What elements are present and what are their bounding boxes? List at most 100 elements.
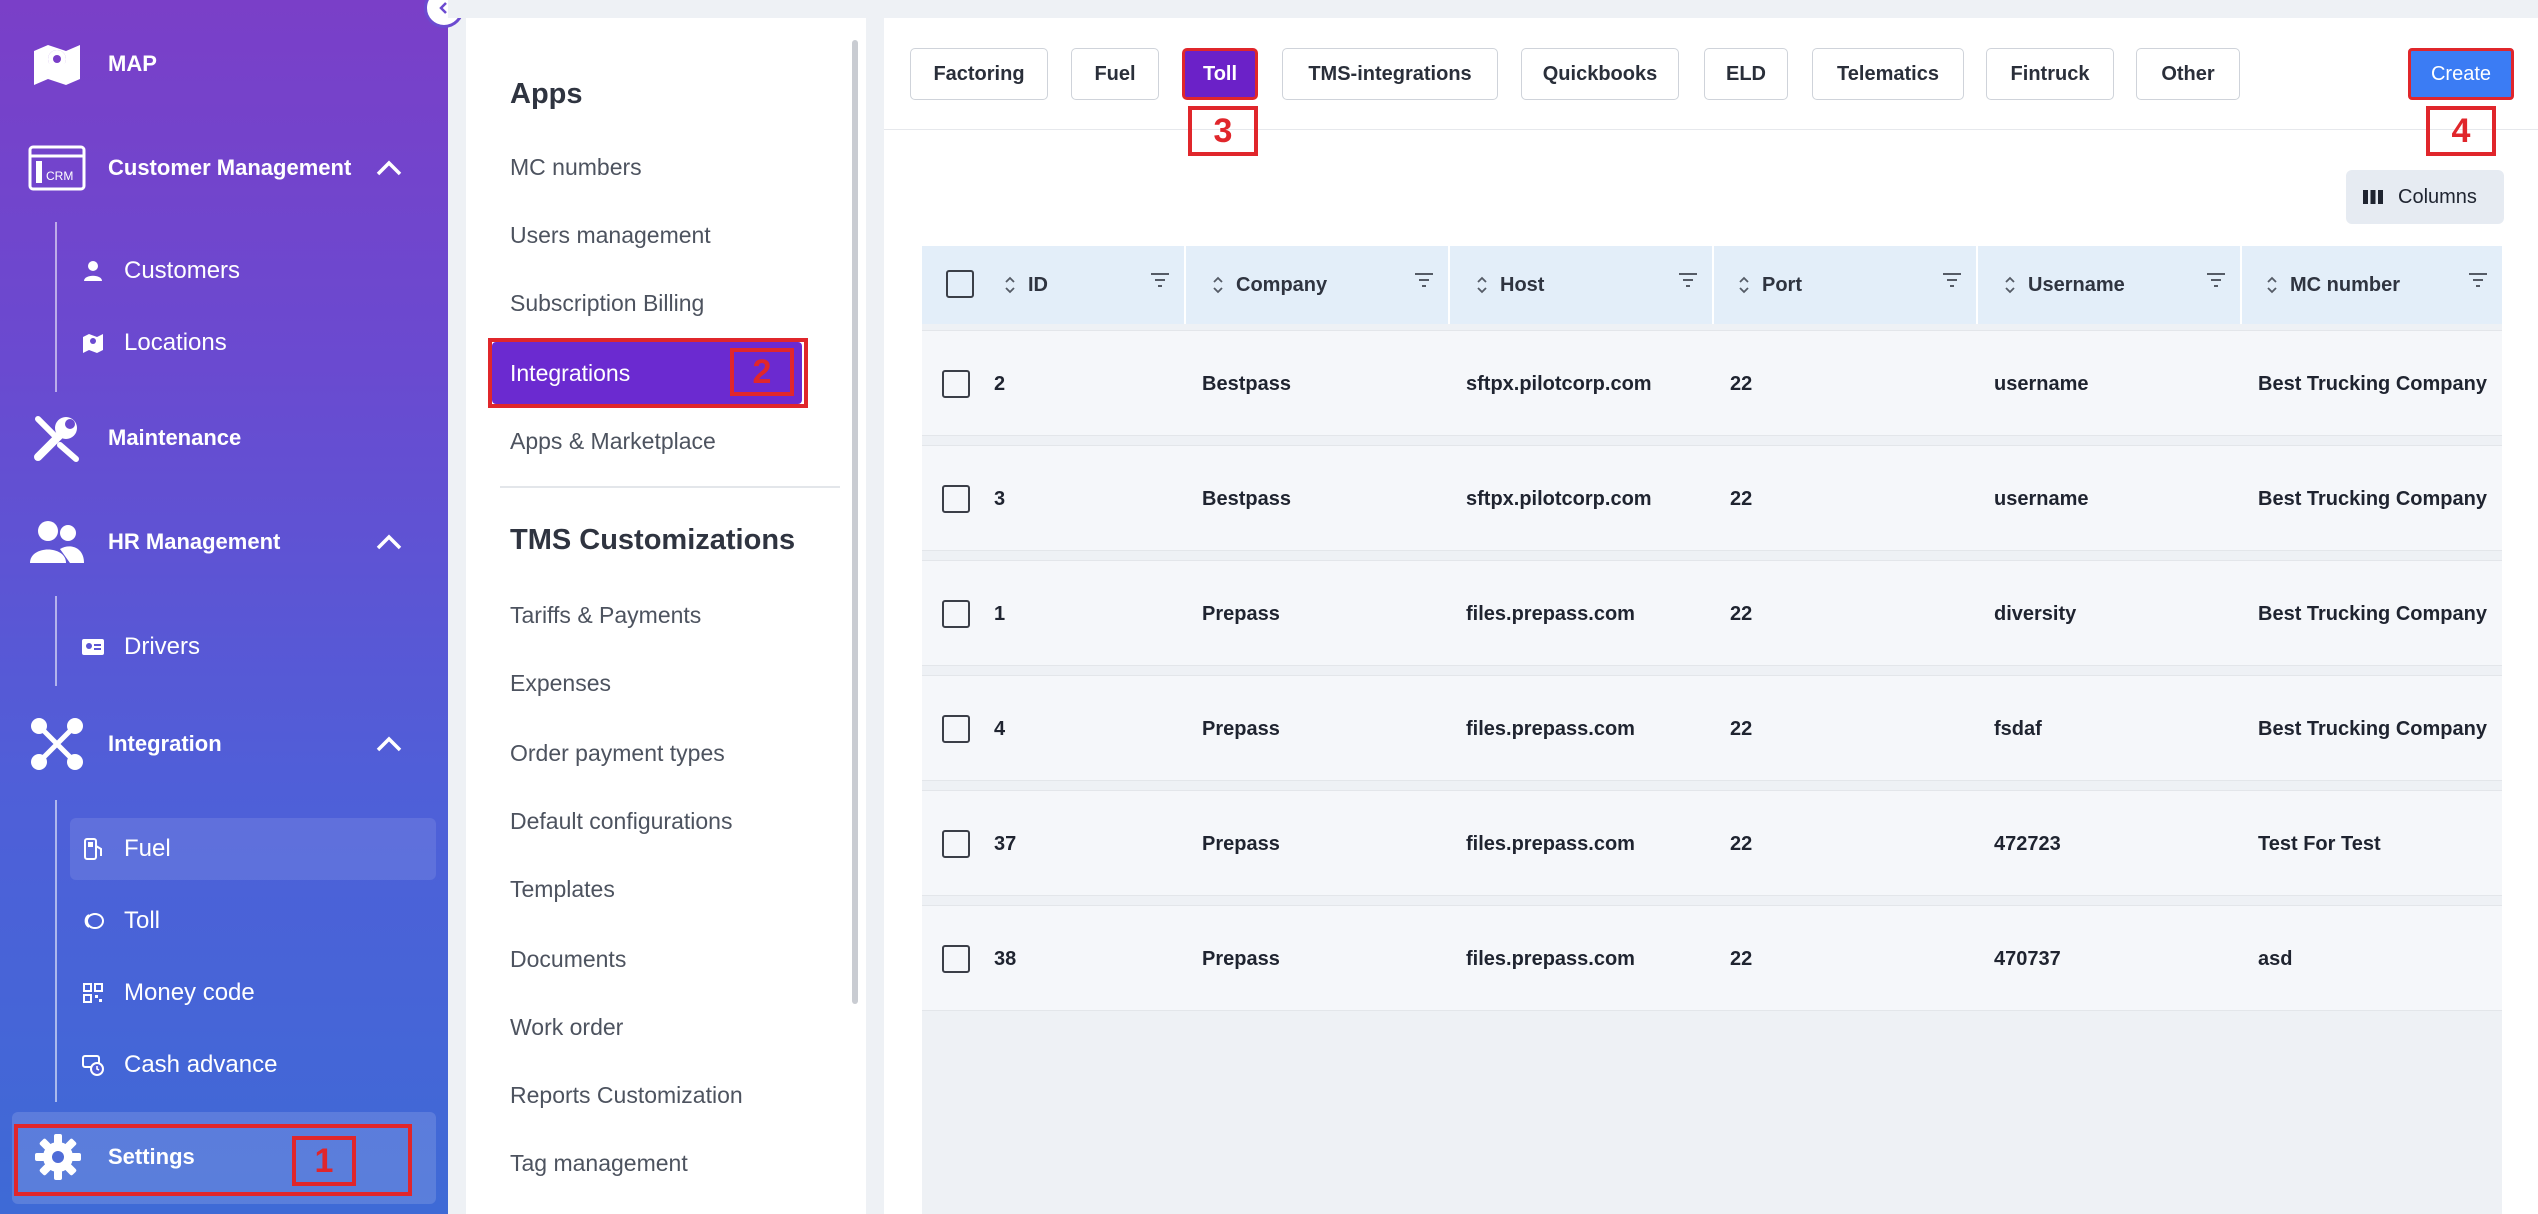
sidebar-item-maintenance[interactable]: Maintenance (0, 402, 448, 474)
filter-icon[interactable] (1678, 272, 1698, 288)
filter-icon[interactable] (1414, 272, 1434, 288)
tab-fintruck[interactable]: Fintruck (1986, 48, 2114, 100)
filter-icon[interactable] (1150, 272, 1170, 288)
table-row[interactable]: 38 Prepass files.prepass.com 22 470737 a… (922, 905, 2502, 1011)
sidebar-item-drivers[interactable]: Drivers (70, 616, 436, 678)
settings-item-subscription-billing[interactable]: Subscription Billing (510, 290, 704, 317)
settings-item-users-management[interactable]: Users management (510, 222, 711, 249)
header-label: MC number (2290, 273, 2400, 296)
column-header-id[interactable]: ID (990, 246, 1186, 324)
annotation-number-4: 4 (2426, 106, 2496, 156)
settings-item-reports-customization[interactable]: Reports Customization (510, 1082, 743, 1109)
select-all-checkbox[interactable] (946, 270, 974, 298)
column-header-username[interactable]: Username (1978, 246, 2242, 324)
settings-menu-panel: Apps MC numbers Users management Subscri… (466, 18, 866, 1214)
tab-other[interactable]: Other (2136, 48, 2240, 100)
cell-host: files.prepass.com (1466, 602, 1635, 625)
chevron-up-icon[interactable] (372, 727, 406, 761)
filter-icon[interactable] (2206, 272, 2226, 288)
table-row[interactable]: 4 Prepass files.prepass.com 22 fsdaf Bes… (922, 675, 2502, 781)
tab-tms-integrations[interactable]: TMS-integrations (1282, 48, 1498, 100)
cell-host: files.prepass.com (1466, 717, 1635, 740)
header-label: Company (1236, 273, 1328, 296)
cell-port: 22 (1730, 832, 1753, 855)
settings-item-documents[interactable]: Documents (510, 946, 626, 973)
row-checkbox[interactable] (942, 715, 970, 743)
sidebar-item-locations[interactable]: Locations (70, 312, 436, 374)
cell-mc-number: asd (2258, 947, 2293, 970)
sidebar-item-map[interactable]: MAP (0, 28, 448, 100)
table-row[interactable]: 3 Bestpass sftpx.pilotcorp.com 22 userna… (922, 445, 2502, 551)
tab-toll[interactable]: Toll (1182, 48, 1258, 100)
sort-icon[interactable] (2266, 275, 2278, 295)
column-header-mc-number[interactable]: MC number (2242, 246, 2502, 324)
divider (500, 486, 840, 488)
tms-section-title: TMS Customizations (510, 524, 796, 556)
sort-icon[interactable] (1738, 275, 1750, 295)
tab-factoring[interactable]: Factoring (910, 48, 1048, 100)
sidebar-item-label: Customers (124, 257, 241, 284)
cell-username: fsdaf (1994, 717, 2042, 740)
chevron-up-icon[interactable] (372, 525, 406, 559)
sidebar-item-hr-management[interactable]: HR Management (0, 506, 448, 578)
sidebar-item-customers[interactable]: Customers (70, 240, 436, 302)
settings-item-expenses[interactable]: Expenses (510, 670, 611, 697)
cell-port: 22 (1730, 487, 1753, 510)
settings-item-templates[interactable]: Templates (510, 876, 615, 903)
columns-button[interactable]: Columns (2346, 170, 2504, 224)
table-row[interactable]: 1 Prepass files.prepass.com 22 diversity… (922, 560, 2502, 666)
row-checkbox[interactable] (942, 370, 970, 398)
row-checkbox[interactable] (942, 600, 970, 628)
row-checkbox[interactable] (942, 945, 970, 973)
tab-telematics[interactable]: Telematics (1812, 48, 1964, 100)
settings-item-order-payment-types[interactable]: Order payment types (510, 740, 725, 767)
settings-item-work-order[interactable]: Work order (510, 1014, 623, 1041)
tab-fuel[interactable]: Fuel (1071, 48, 1159, 100)
sidebar-item-cash-advance[interactable]: Cash advance (70, 1034, 436, 1096)
cell-username: 472723 (1994, 832, 2061, 855)
settings-item-apps-marketplace[interactable]: Apps & Marketplace (510, 428, 716, 455)
column-header-host[interactable]: Host (1450, 246, 1714, 324)
row-checkbox[interactable] (942, 830, 970, 858)
column-header-company[interactable]: Company (1186, 246, 1450, 324)
sidebar-item-label: Toll (124, 907, 161, 934)
qr-code-icon (80, 980, 106, 1006)
column-header-port[interactable]: Port (1714, 246, 1978, 324)
tab-eld[interactable]: ELD (1704, 48, 1788, 100)
settings-item-tag-management[interactable]: Tag management (510, 1150, 688, 1177)
sidebar-item-customer-management[interactable]: CRM Customer Management (0, 132, 448, 204)
cell-username: 470737 (1994, 947, 2061, 970)
table-row[interactable]: 37 Prepass files.prepass.com 22 472723 T… (922, 790, 2502, 896)
sidebar-item-integration[interactable]: Integration (0, 708, 448, 780)
cell-id: 1 (994, 602, 1006, 625)
sort-icon[interactable] (2004, 275, 2016, 295)
cell-id: 4 (994, 717, 1006, 740)
panel-scrollbar[interactable] (852, 40, 858, 1004)
sidebar-item-label: Maintenance (108, 425, 242, 450)
sort-icon[interactable] (1212, 275, 1224, 295)
sidebar-item-fuel[interactable]: Fuel (70, 818, 436, 880)
crm-icon: CRM (28, 139, 86, 197)
sidebar-item-toll[interactable]: Toll (70, 890, 436, 952)
sort-icon[interactable] (1004, 275, 1016, 295)
sidebar-item-label: Customer Management (108, 155, 352, 180)
filter-icon[interactable] (2468, 272, 2488, 288)
table-row[interactable]: 2 Bestpass sftpx.pilotcorp.com 22 userna… (922, 330, 2502, 436)
sidebar-item-money-code[interactable]: Money code (70, 962, 436, 1024)
settings-item-mc-numbers[interactable]: MC numbers (510, 154, 642, 181)
cell-mc-number: Best Trucking Company (2258, 602, 2487, 625)
chevron-up-icon[interactable] (372, 151, 406, 185)
tab-quickbooks[interactable]: Quickbooks (1521, 48, 1679, 100)
settings-item-tariffs-payments[interactable]: Tariffs & Payments (510, 602, 701, 629)
sort-icon[interactable] (1476, 275, 1488, 295)
filter-icon[interactable] (1942, 272, 1962, 288)
cell-company: Prepass (1202, 717, 1280, 740)
cell-company: Prepass (1202, 602, 1280, 625)
row-checkbox[interactable] (942, 485, 970, 513)
header-label: Host (1500, 273, 1545, 296)
create-button[interactable]: Create (2408, 48, 2514, 100)
sidebar-item-label: Fuel (124, 835, 171, 862)
svg-text:CRM: CRM (46, 169, 73, 183)
submenu-line (55, 596, 57, 686)
settings-item-default-configurations[interactable]: Default configurations (510, 808, 732, 835)
